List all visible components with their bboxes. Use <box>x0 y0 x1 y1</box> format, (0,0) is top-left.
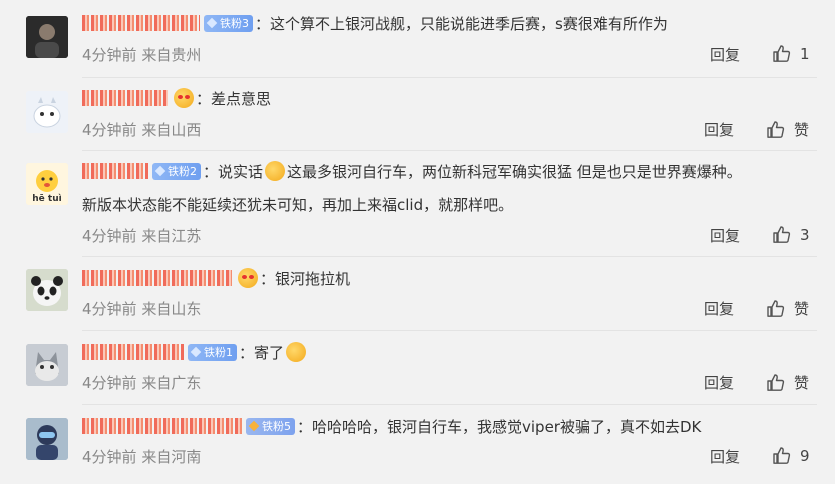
timestamp: 4分钟前 <box>82 448 137 466</box>
comment-meta: 4分钟前 来自河南 <box>82 446 201 467</box>
username[interactable] <box>82 270 232 286</box>
comment-item: hē tuì 铁粉2 ：说实话 这最多银河自行车，两位新科冠军确实很猛 但是也只… <box>0 155 835 253</box>
diamond-icon <box>248 420 260 432</box>
avatar[interactable] <box>26 344 68 386</box>
comment-item: ：差点意思 4分钟前 来自山西 回复 赞 <box>0 82 835 156</box>
divider <box>82 256 817 257</box>
reply-button[interactable]: 回复 <box>704 298 734 319</box>
comment-item: 铁粉1 ：寄了 4分钟前 来自广东 回复 赞 <box>0 336 835 410</box>
fan-badge: 铁粉2 <box>152 162 201 180</box>
comment-text: ：寄了 <box>239 343 285 362</box>
comment-meta: 4分钟前 来自广东 <box>82 372 201 393</box>
avatar[interactable] <box>26 16 68 58</box>
divider <box>82 150 817 151</box>
username[interactable] <box>82 344 184 360</box>
comment-meta: 4分钟前 来自贵州 <box>82 44 201 65</box>
thumbs-up-icon <box>767 373 785 391</box>
location: 来自山东 <box>141 300 202 318</box>
timestamp: 4分钟前 <box>82 374 137 392</box>
avatar[interactable] <box>26 418 68 460</box>
avatar-caption: hē tuì <box>32 194 62 204</box>
location: 来自广东 <box>141 374 202 392</box>
diamond-icon <box>206 17 218 29</box>
like-button[interactable]: 赞 <box>766 298 809 319</box>
like-count: 9 <box>800 447 810 465</box>
comment-text: ：这个算不上银河战舰，只能说能进季后赛，s赛很难有所作为 <box>255 14 668 33</box>
timestamp: 4分钟前 <box>82 121 137 139</box>
comment-meta: 4分钟前 来自江苏 <box>82 225 201 246</box>
username[interactable] <box>82 90 168 106</box>
diamond-icon <box>190 346 202 358</box>
comment-text-line2: 新版本状态能不能延续还犹未可知，再加上来福clid，就那样吧。 <box>82 196 514 214</box>
location: 来自河南 <box>141 448 202 466</box>
comment-item: 铁粉3 ：这个算不上银河战舰，只能说能进季后赛，s赛很难有所作为 4分钟前 来自… <box>0 8 835 82</box>
comment-text-continued: 这最多银河自行车，两位新科冠军确实很猛 但是也只是世界赛爆种。 <box>287 162 742 181</box>
comment-text: ：说实话 <box>203 162 264 181</box>
reply-button[interactable]: 回复 <box>710 225 740 246</box>
avatar[interactable]: hē tuì <box>26 163 68 205</box>
divider <box>82 404 817 405</box>
timestamp: 4分钟前 <box>82 46 137 64</box>
like-button[interactable]: 1 <box>772 44 810 64</box>
thumbs-up-icon <box>767 299 785 317</box>
reply-button[interactable]: 回复 <box>710 446 740 467</box>
comment-text: ：银河拖拉机 <box>260 269 351 288</box>
reply-button[interactable]: 回复 <box>710 44 740 65</box>
dizzy-emoji-icon <box>286 342 307 362</box>
comment-meta: 4分钟前 来自山东 <box>82 298 201 319</box>
username[interactable] <box>82 163 148 179</box>
like-button[interactable]: 9 <box>772 446 810 466</box>
diamond-icon <box>154 165 166 177</box>
fan-badge: 铁粉5 <box>246 417 295 435</box>
username[interactable] <box>82 15 200 31</box>
comment-text: ：哈哈哈哈，银河自行车，我感觉viper被骗了，真不如去DK <box>297 417 702 436</box>
heart-eyes-emoji-icon <box>238 268 258 288</box>
avatar[interactable] <box>26 91 68 133</box>
comment-meta: 4分钟前 来自山西 <box>82 119 201 140</box>
reply-button[interactable]: 回复 <box>704 119 734 140</box>
divider <box>82 77 817 78</box>
fan-badge: 铁粉3 <box>204 14 253 32</box>
like-label: 赞 <box>794 374 810 392</box>
comment-item: ：银河拖拉机 4分钟前 来自山东 回复 赞 <box>0 262 835 336</box>
reply-button[interactable]: 回复 <box>704 372 734 393</box>
like-label: 赞 <box>794 121 810 139</box>
comment-list: 铁粉3 ：这个算不上银河战舰，只能说能进季后赛，s赛很难有所作为 4分钟前 来自… <box>0 0 835 482</box>
timestamp: 4分钟前 <box>82 227 137 245</box>
heart-eyes-emoji-icon <box>174 88 194 108</box>
location: 来自贵州 <box>141 46 202 64</box>
divider <box>82 330 817 331</box>
avatar[interactable] <box>26 269 68 311</box>
comment-item: 铁粉5 ：哈哈哈哈，银河自行车，我感觉viper被骗了，真不如去DK 4分钟前 … <box>0 410 835 484</box>
fan-badge: 铁粉1 <box>188 343 237 361</box>
like-button[interactable]: 赞 <box>766 372 809 393</box>
location: 来自山西 <box>141 121 202 139</box>
like-count: 3 <box>800 226 810 244</box>
like-label: 赞 <box>794 300 810 318</box>
thumbs-up-icon <box>773 226 791 243</box>
thumbs-up-icon <box>773 45 791 62</box>
location: 来自江苏 <box>141 227 202 245</box>
like-button[interactable]: 赞 <box>766 119 809 140</box>
comment-text: ：差点意思 <box>196 89 272 108</box>
like-count: 1 <box>800 45 810 63</box>
thumbs-up-icon <box>773 447 791 464</box>
thumbs-up-icon <box>767 120 785 138</box>
timestamp: 4分钟前 <box>82 300 137 318</box>
like-button[interactable]: 3 <box>772 225 810 245</box>
laughing-emoji-icon <box>265 161 286 181</box>
username[interactable] <box>82 418 242 434</box>
